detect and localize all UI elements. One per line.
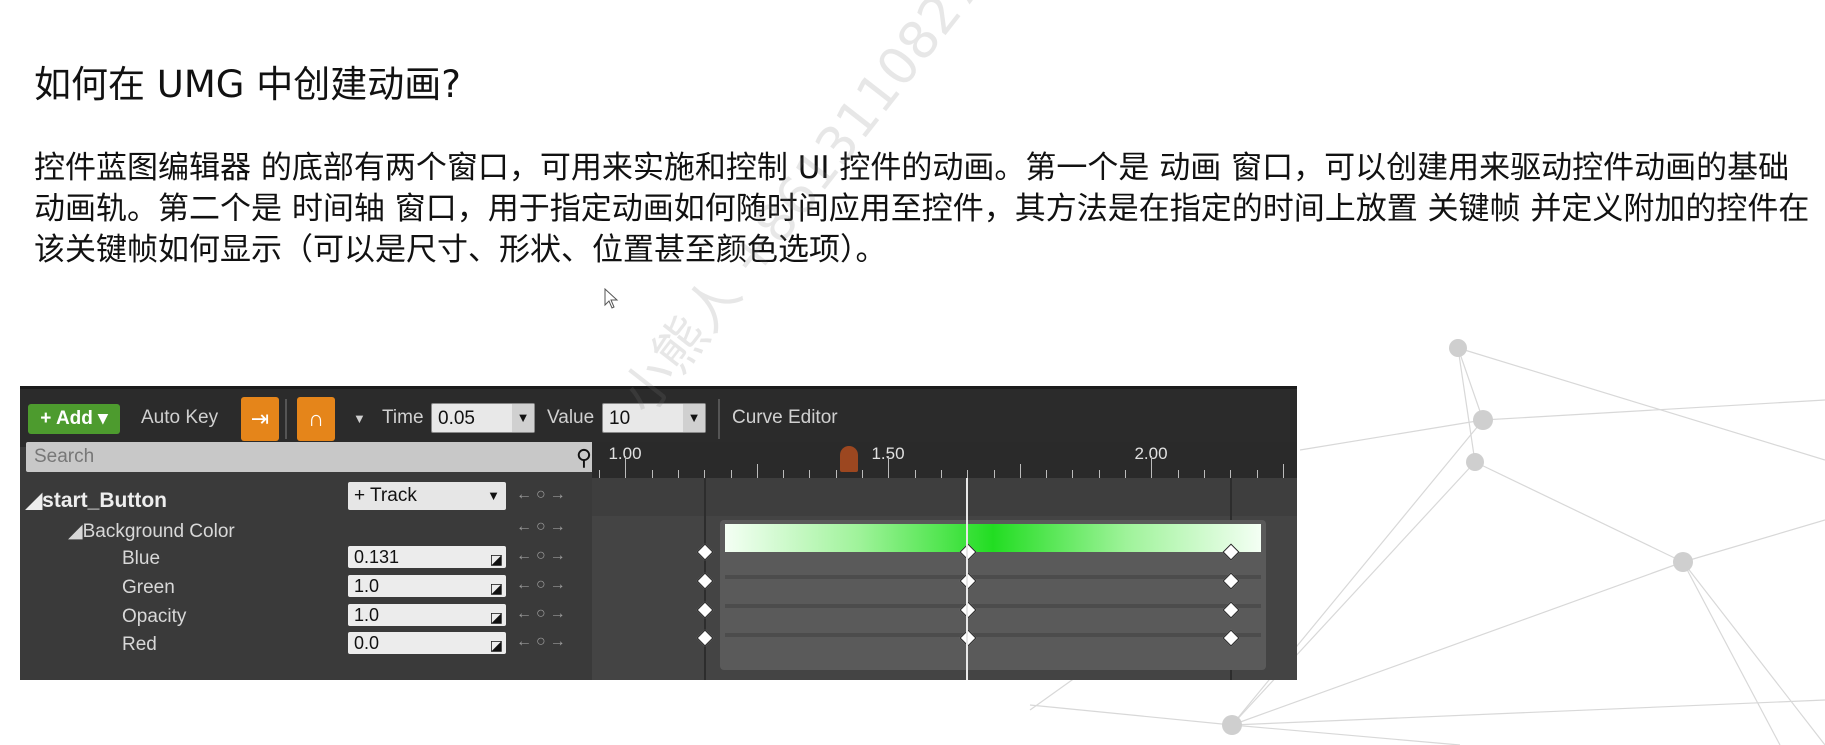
ruler-tick: [914, 470, 916, 478]
ruler-tick: [835, 470, 837, 478]
channel-value-green[interactable]: 1.0 ◪: [348, 575, 506, 597]
keyframe-nav-green[interactable]: ←○→: [516, 576, 570, 594]
time-input-value: 0.05: [438, 408, 475, 429]
slide-body-text: 控件蓝图编辑器 的底部有两个窗口，可用来实施和控制 UI 控件的动画。第一个是 …: [34, 150, 1810, 268]
playhead-handle[interactable]: [840, 446, 858, 472]
channel-label-blue: Blue: [122, 548, 161, 569]
snap-magnet-icon[interactable]: ∩: [297, 397, 335, 441]
add-button[interactable]: + Add ▾: [28, 404, 120, 434]
ruler-tick: [809, 470, 811, 478]
channel-value-opacity[interactable]: 1.0 ◪: [348, 604, 506, 626]
channel-value-blue[interactable]: 0.131 ◪: [348, 546, 506, 568]
expand-corner-icon: ◪: [489, 580, 503, 596]
keyframe-nav-red[interactable]: ←○→: [516, 633, 570, 651]
value-input-value: 10: [609, 408, 631, 429]
ruler-tick: [1125, 470, 1126, 478]
ruler-tick: [993, 470, 995, 478]
ruler-tick: [730, 470, 732, 478]
mouse-cursor-icon: [604, 288, 619, 309]
value-dropdown-icon[interactable]: ▼: [683, 404, 705, 432]
ruler-tick: [1256, 470, 1258, 478]
color-gradient-preview: [725, 524, 1261, 552]
ruler-tick: [1230, 470, 1232, 478]
ruler-tick: [862, 470, 863, 478]
time-label: Time: [382, 407, 424, 428]
ruler-tick: [1019, 464, 1021, 478]
ruler-tick: [1151, 456, 1153, 478]
ruler-tick: [1177, 470, 1179, 478]
keyframe-nav-opacity[interactable]: ←○→: [516, 605, 570, 623]
keyframe-nav-object[interactable]: ←○→: [516, 486, 570, 504]
property-track-label[interactable]: ◢Background Color: [68, 520, 235, 543]
ruler-tick: [625, 456, 627, 478]
ruler-tick: [756, 464, 758, 478]
channel-value-text: 0.131: [354, 547, 400, 567]
keyframe-nav-property[interactable]: ←○→: [516, 518, 570, 536]
key-row-line: [725, 633, 1261, 637]
ruler-tick: [967, 470, 969, 478]
expand-corner-icon: ◪: [489, 637, 503, 653]
ruler-tick: [651, 470, 653, 478]
search-icon[interactable]: ⚲: [576, 445, 592, 471]
ruler-tick: [940, 470, 942, 478]
auto-key-toggle-icon[interactable]: ⇥: [241, 397, 279, 441]
ruler-tick: [1203, 470, 1205, 478]
add-track-label: + Track: [354, 485, 417, 506]
ruler-tick: [677, 470, 679, 478]
key-row-line: [725, 604, 1261, 608]
ruler-tick: [783, 470, 785, 478]
chevron-down-icon: ▼: [487, 488, 500, 503]
toolbar-divider: [718, 399, 720, 439]
track-list: ◢start_Button ◢Background Color Blue Gre…: [20, 478, 592, 680]
expand-corner-icon: ◪: [489, 609, 503, 625]
auto-key-label[interactable]: Auto Key: [141, 407, 218, 429]
snap-options-dropdown-icon[interactable]: ▼: [353, 411, 366, 426]
timeline-row-object: [592, 478, 1297, 516]
add-track-button[interactable]: + Track ▼: [348, 482, 506, 510]
ruler-tick: [1282, 464, 1284, 478]
ruler-tick: [1046, 470, 1048, 478]
ruler-tick: [1072, 470, 1074, 478]
key-row-line: [725, 575, 1261, 579]
toolbar-divider: [285, 399, 287, 439]
search-input[interactable]: Search: [34, 446, 94, 468]
playhead-line[interactable]: [966, 478, 968, 680]
channel-value-text: 1.0: [354, 576, 380, 596]
channel-label-red: Red: [122, 634, 157, 655]
channel-value-red[interactable]: 0.0 ◪: [348, 632, 506, 654]
time-input[interactable]: 0.05 ▼: [431, 403, 535, 433]
curve-editor-button[interactable]: Curve Editor: [732, 407, 838, 429]
keyframe-nav-blue[interactable]: ←○→: [516, 547, 570, 565]
expand-corner-icon: ◪: [489, 551, 503, 567]
slide-title: 如何在 UMG 中创建动画?: [34, 63, 461, 106]
object-track-label[interactable]: ◢start_Button: [26, 488, 167, 513]
channel-label-green: Green: [122, 577, 175, 598]
ruler-tick: [599, 470, 600, 478]
object-name: start_Button: [42, 489, 167, 512]
search-field[interactable]: Search ⚲: [26, 442, 596, 472]
time-dropdown-icon[interactable]: ▼: [512, 404, 534, 432]
channel-value-text: 1.0: [354, 605, 380, 625]
ruler-tick: [1098, 470, 1100, 478]
ruler-tick: [888, 456, 890, 478]
channel-label-opacity: Opacity: [122, 606, 187, 627]
property-name: Background Color: [82, 521, 235, 542]
time-ruler[interactable]: 1.00 1.50 2.00: [592, 442, 1297, 478]
ruler-tick: [704, 470, 706, 478]
ue-sequencer-panel: + Add ▾ Auto Key ⇥ ∩ ▼ Time 0.05 ▼ Value…: [20, 386, 1297, 680]
channel-value-text: 0.0: [354, 633, 380, 653]
value-label: Value: [547, 407, 595, 428]
